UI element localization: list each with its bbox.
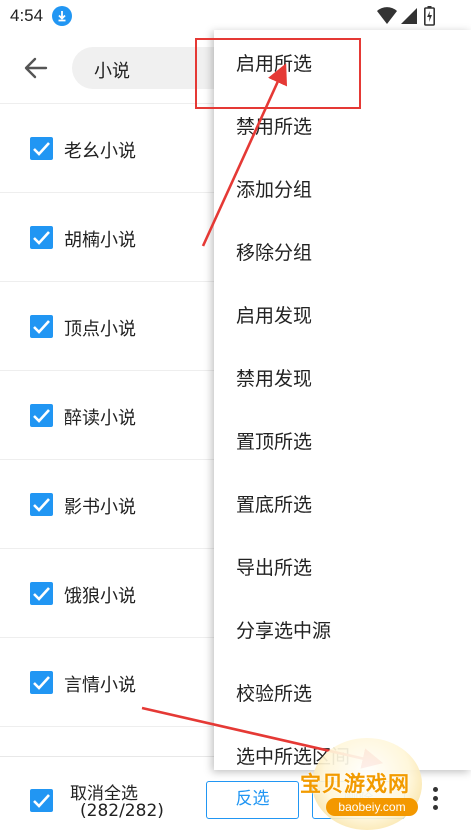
annotation-arrows [141, 63, 384, 769]
watermark-text: 宝贝游戏网 [300, 772, 410, 796]
watermark-url: baobeiy.com [326, 798, 418, 816]
watermark-logo: 宝贝游戏网 baobeiy.com [296, 738, 446, 830]
annotation-arrow-up [201, 63, 288, 247]
